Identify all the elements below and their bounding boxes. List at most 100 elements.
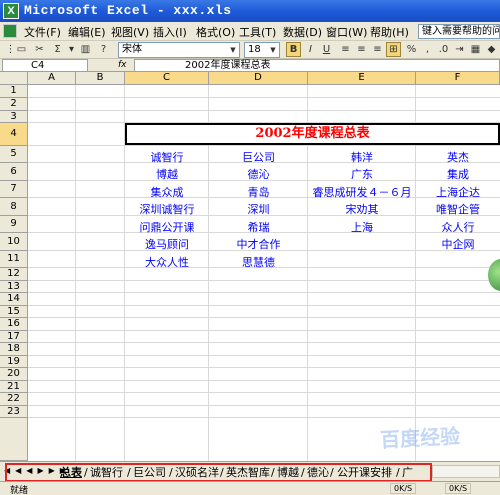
- align-center-icon[interactable]: ≡: [354, 42, 369, 57]
- cell-f10[interactable]: 中企网: [416, 236, 500, 252]
- name-box[interactable]: C4: [2, 59, 88, 72]
- column-header-c[interactable]: C: [125, 72, 209, 85]
- cell-d10[interactable]: 中才合作: [209, 236, 308, 252]
- menu-format[interactable]: 格式(O): [194, 24, 237, 40]
- bold-button[interactable]: B: [286, 42, 301, 57]
- comma-icon[interactable]: ,: [420, 42, 435, 57]
- align-right-icon[interactable]: ≡: [370, 42, 385, 57]
- row-header[interactable]: 15: [0, 306, 28, 318]
- row-header[interactable]: 11: [0, 251, 28, 268]
- help-search-input[interactable]: 键入需要帮助的问: [418, 24, 500, 39]
- help-icon[interactable]: ?: [96, 42, 111, 57]
- row-header[interactable]: 8: [0, 198, 28, 216]
- row-header[interactable]: 2: [0, 98, 28, 111]
- status-bar: 就绪 0K/S 0K/S: [0, 481, 500, 495]
- column-header-b[interactable]: B: [76, 72, 125, 85]
- cell-d6[interactable]: 德沁: [209, 166, 308, 182]
- menu-window[interactable]: 窗口(W): [324, 24, 369, 40]
- decimal-icon[interactable]: .0: [436, 42, 451, 57]
- cell-e7[interactable]: 睿思成研发４－６月: [308, 184, 416, 200]
- watermark: 百度经验: [379, 423, 461, 453]
- cell-d5[interactable]: 巨公司: [209, 149, 308, 165]
- menu-data[interactable]: 数据(D): [281, 24, 324, 40]
- column-header-d[interactable]: D: [209, 72, 308, 85]
- row-header[interactable]: 21: [0, 381, 28, 393]
- cell-f6[interactable]: 集成: [416, 166, 500, 182]
- row-header[interactable]: 13: [0, 281, 28, 293]
- row-header[interactable]: 17: [0, 331, 28, 343]
- borders-icon[interactable]: ▦: [468, 42, 483, 57]
- row-header[interactable]: 16: [0, 318, 28, 331]
- row-header[interactable]: 5: [0, 146, 28, 163]
- cell-f8[interactable]: 唯智企管: [416, 201, 500, 217]
- worksheet-grid[interactable]: A B C D E F 1 2 3 4 5 6 7 8 9 10 11 12 1…: [0, 72, 500, 461]
- row-header[interactable]: 10: [0, 233, 28, 251]
- row-header[interactable]: 20: [0, 368, 28, 381]
- select-all-corner[interactable]: [0, 72, 28, 85]
- cell-c5[interactable]: 诚智行: [125, 149, 209, 165]
- cell-c11[interactable]: 大众人性: [125, 254, 209, 270]
- row-header[interactable]: 3: [0, 111, 28, 123]
- row-header[interactable]: 22: [0, 393, 28, 406]
- italic-button[interactable]: I: [303, 42, 318, 57]
- autosum-icon[interactable]: Σ: [50, 42, 65, 57]
- indent-icon[interactable]: ⇥: [452, 42, 467, 57]
- cell-c6[interactable]: 博越: [125, 166, 209, 182]
- horizontal-scrollbar[interactable]: [432, 465, 500, 478]
- formula-input[interactable]: 2002年度课程总表: [134, 59, 500, 72]
- status-indicator: 0K/S: [390, 483, 417, 494]
- fill-color-icon[interactable]: ◆: [484, 42, 499, 57]
- menu-view[interactable]: 视图(V): [109, 24, 151, 40]
- cell-e5[interactable]: 韩洋: [308, 149, 416, 165]
- menu-tools[interactable]: 工具(T): [237, 24, 278, 40]
- merged-title-cell[interactable]: 2002年度课程总表: [125, 123, 500, 145]
- cell-c10[interactable]: 逸马顾问: [125, 236, 209, 252]
- menu-file[interactable]: 文件(F): [22, 24, 63, 40]
- cell-c8[interactable]: 深圳诚智行: [125, 201, 209, 217]
- chart-icon[interactable]: ▥: [78, 42, 93, 57]
- currency-icon[interactable]: %: [404, 42, 419, 57]
- workbook-icon[interactable]: [3, 24, 17, 38]
- underline-button[interactable]: U: [319, 42, 334, 57]
- cell-d7[interactable]: 青岛: [209, 184, 308, 200]
- column-header-f[interactable]: F: [416, 72, 500, 85]
- cell-e6[interactable]: 广东: [308, 166, 416, 182]
- menu-insert[interactable]: 插入(I): [151, 24, 189, 40]
- cell-f7[interactable]: 上海企达: [416, 184, 500, 200]
- cell-f9[interactable]: 众人行: [416, 219, 500, 235]
- autosum-dropdown-icon[interactable]: ▾: [64, 42, 79, 57]
- row-header[interactable]: 9: [0, 216, 28, 233]
- row-header[interactable]: 23: [0, 406, 28, 418]
- row-header[interactable]: 7: [0, 181, 28, 198]
- cell-d9[interactable]: 希瑞: [209, 219, 308, 235]
- row-header[interactable]: 4: [0, 123, 28, 146]
- menu-help[interactable]: 帮助(H): [368, 24, 411, 40]
- excel-icon: X: [3, 3, 19, 19]
- align-left-icon[interactable]: ≡: [338, 42, 353, 57]
- column-header-e[interactable]: E: [308, 72, 416, 85]
- chevron-down-icon[interactable]: ▼: [228, 44, 238, 56]
- row-header[interactable]: 18: [0, 343, 28, 356]
- fx-icon[interactable]: fx: [118, 59, 127, 71]
- menu-edit[interactable]: 编辑(E): [66, 24, 108, 40]
- font-size-select[interactable]: 18 ▼: [244, 42, 280, 58]
- chevron-down-icon[interactable]: ▼: [268, 44, 278, 56]
- row-header[interactable]: 14: [0, 293, 28, 306]
- cut-icon[interactable]: ✂: [32, 42, 47, 57]
- cell-e9[interactable]: 上海: [308, 219, 416, 235]
- cell-d11[interactable]: 思慧德: [209, 254, 308, 270]
- cell-c9[interactable]: 问鼎公开课: [125, 219, 209, 235]
- row-header[interactable]: 19: [0, 356, 28, 368]
- column-header-a[interactable]: A: [28, 72, 76, 85]
- cell-f5[interactable]: 英杰: [416, 149, 500, 165]
- font-name-select[interactable]: 宋体 ▼: [118, 42, 240, 58]
- row-header[interactable]: 6: [0, 163, 28, 181]
- gridline: [28, 97, 500, 98]
- cell-d8[interactable]: 深圳: [209, 201, 308, 217]
- row-header[interactable]: 12: [0, 268, 28, 281]
- merge-center-icon[interactable]: ⊞: [386, 42, 401, 57]
- cell-c7[interactable]: 集众成: [125, 184, 209, 200]
- open-icon[interactable]: ▭: [14, 42, 29, 57]
- row-header[interactable]: 1: [0, 85, 28, 98]
- cell-e8[interactable]: 宋劝其: [308, 201, 416, 217]
